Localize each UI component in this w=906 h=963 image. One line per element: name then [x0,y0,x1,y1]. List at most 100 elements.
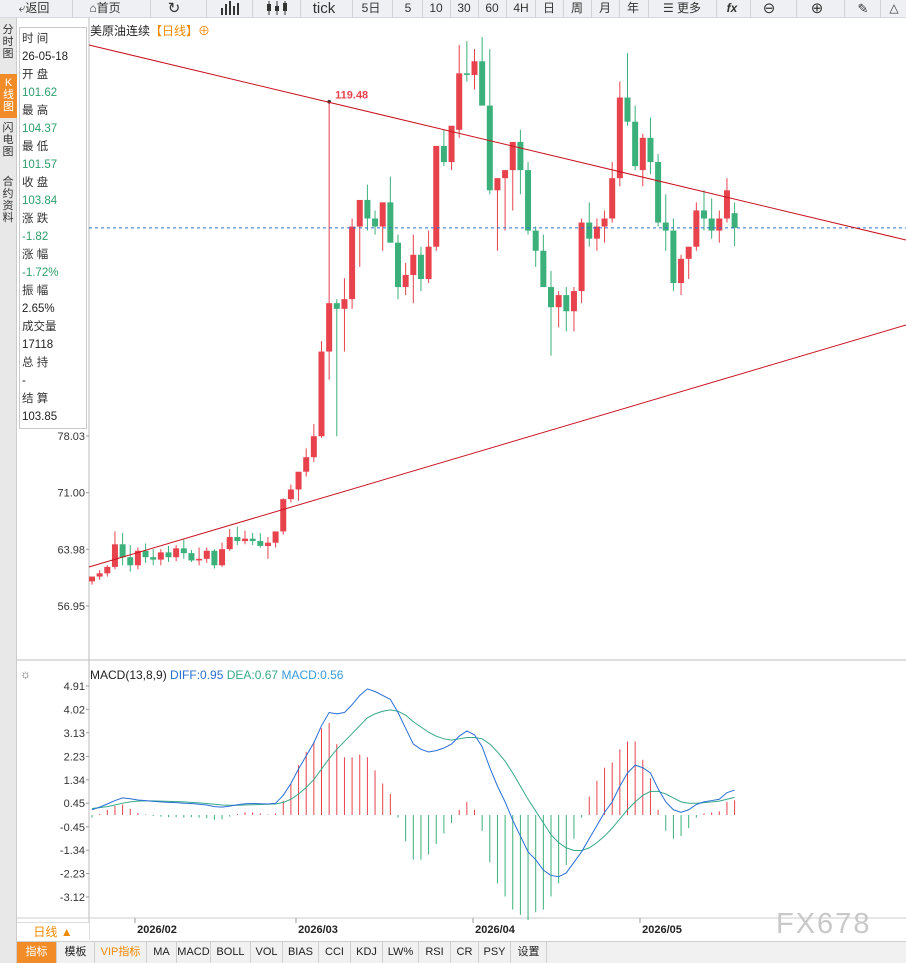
candle-body [89,576,95,582]
amplitude-label: 振 幅 [22,285,49,297]
candle-body [616,97,623,179]
home-button[interactable]: ⌂首页 [80,0,130,18]
indicator-tab-bar: 指标 模板 VIP指标 MA MACD BOLL VOL BIAS CCI KDJ LW% RSI CR… [17,941,906,963]
period-5d-button[interactable]: 5日 [356,0,386,18]
nav-kline[interactable]: K线图 [0,74,17,118]
candle-body [196,558,203,561]
candle-body [356,199,363,227]
indicator-tab[interactable]: LW% [383,942,419,963]
formula-button[interactable]: fx [720,0,744,18]
indicator-tab[interactable]: VOL [251,942,283,963]
more-button[interactable]: ☰ 更多 [656,0,708,18]
candle-body [701,210,707,219]
candle-body [555,295,562,308]
candle-body [402,274,409,288]
indicator-tab[interactable]: BOLL [211,942,251,963]
max-marker [327,99,331,104]
indicator-tab[interactable]: CR [451,942,479,963]
candle-body [670,230,677,284]
candle-body [387,202,394,243]
left-vertical-nav: 分时图 K线图 闪电图 合约资料 [0,18,17,963]
candle-body [525,170,532,231]
settle-label: 结 算 [22,393,49,405]
candle-body [548,287,554,308]
macd-dea: DEA:0.67 [226,668,279,682]
indicator-tab[interactable]: MACD [177,942,211,963]
candle-body [471,61,478,75]
nav-contract[interactable]: 合约资料 [2,176,14,234]
candle-body [234,537,241,542]
indicator-tab[interactable]: 设置 [511,942,547,963]
draw-pen-icon[interactable]: ✎ [852,0,874,18]
tick-button[interactable]: tick [306,0,342,18]
macd-tick-label: 0.45 [64,798,85,810]
nav-timeshare[interactable]: 分时图 [2,24,14,72]
candle-body [433,145,440,247]
candle-body [180,548,187,554]
add-compare-icon[interactable]: ⊕ [198,24,210,38]
period-year-button[interactable]: 年 [621,0,645,18]
macd-value: MACD:0.56 [281,668,344,682]
candlestick-icon[interactable] [264,0,290,18]
period-4h-button[interactable]: 4H [508,0,534,18]
time-tick-label: 2026/05 [642,924,682,936]
back-label: 返回 [25,1,50,15]
period-tag: 【日线】 [150,24,199,38]
nav-flash[interactable]: 闪电图 [2,122,14,170]
candle-body [333,303,340,309]
period-30-button[interactable]: 30 [452,0,476,18]
zoom-out-icon[interactable]: ⊖ [756,0,782,18]
period-10-button[interactable]: 10 [424,0,448,18]
pct-value: -1.72% [22,267,59,279]
high-value: 104.37 [22,123,58,135]
candle-body [624,97,631,122]
candle-body [708,218,715,231]
volume-label: 成交量 [22,321,57,333]
triangle-tool-icon[interactable]: △ [884,0,904,18]
open-interest-value: - [22,375,26,387]
macd-settings-icon[interactable]: ☼ [20,667,31,681]
bar-chart-icon[interactable] [218,0,242,18]
refresh-icon[interactable]: ↻ [162,0,186,18]
period-week-button[interactable]: 周 [565,0,589,18]
candle-body [203,550,210,559]
candle-body [456,73,463,130]
candle-body [716,218,723,231]
back-button[interactable]: ⤶返回 [10,0,58,18]
macd-tick-label: 4.02 [64,704,85,716]
candle-body [249,538,256,542]
macd-name: MACD(13,8,9) [90,668,167,682]
candle-body [479,61,486,106]
macd-tick-label: 4.91 [64,681,85,693]
indicator-tab[interactable]: VIP指标 [95,942,147,963]
candle-body [111,544,118,567]
candle-body [287,489,294,500]
period-month-button[interactable]: 月 [593,0,617,18]
indicator-tab[interactable]: RSI [419,942,451,963]
macd-tick-label: 2.23 [64,751,85,763]
period-day-button[interactable]: 日 [537,0,561,18]
period-selector[interactable]: 日线 ▲ [17,922,89,940]
zoom-in-icon[interactable]: ⊕ [804,0,830,18]
indicator-tab[interactable]: CCI [319,942,351,963]
indicator-tab[interactable]: KDJ [351,942,383,963]
low-value: 101.57 [22,159,58,171]
time-tick-label: 2026/04 [475,924,516,936]
period-60-button[interactable]: 60 [480,0,504,18]
period-5-button[interactable]: 5 [396,0,420,18]
indicator-tab[interactable]: 模板 [57,942,95,963]
indicator-tab[interactable]: BIAS [283,942,319,963]
home-label: 首页 [96,1,121,15]
candle-body [440,145,447,163]
change-label: 涨 跌 [22,213,49,225]
pct-label: 涨 幅 [22,249,49,261]
indicator-tab[interactable]: PSY [479,942,511,963]
indicator-tab[interactable]: MA [147,942,177,963]
candle-body [211,550,218,566]
price-tick-label: 63.98 [57,544,85,556]
chart-canvas: 119.48 78.03 71.00 63.98 56.95 4.91 4.02 3.13… [17,18,906,940]
time-tick-label: 2026/02 [137,924,177,936]
indicator-tab[interactable]: 指标 [17,942,57,963]
candle-body [326,303,333,352]
ohlc-info-panel: 时 间 26-05-18 开 盘 101.62 最 高 104.37 最 低 1… [19,27,87,429]
